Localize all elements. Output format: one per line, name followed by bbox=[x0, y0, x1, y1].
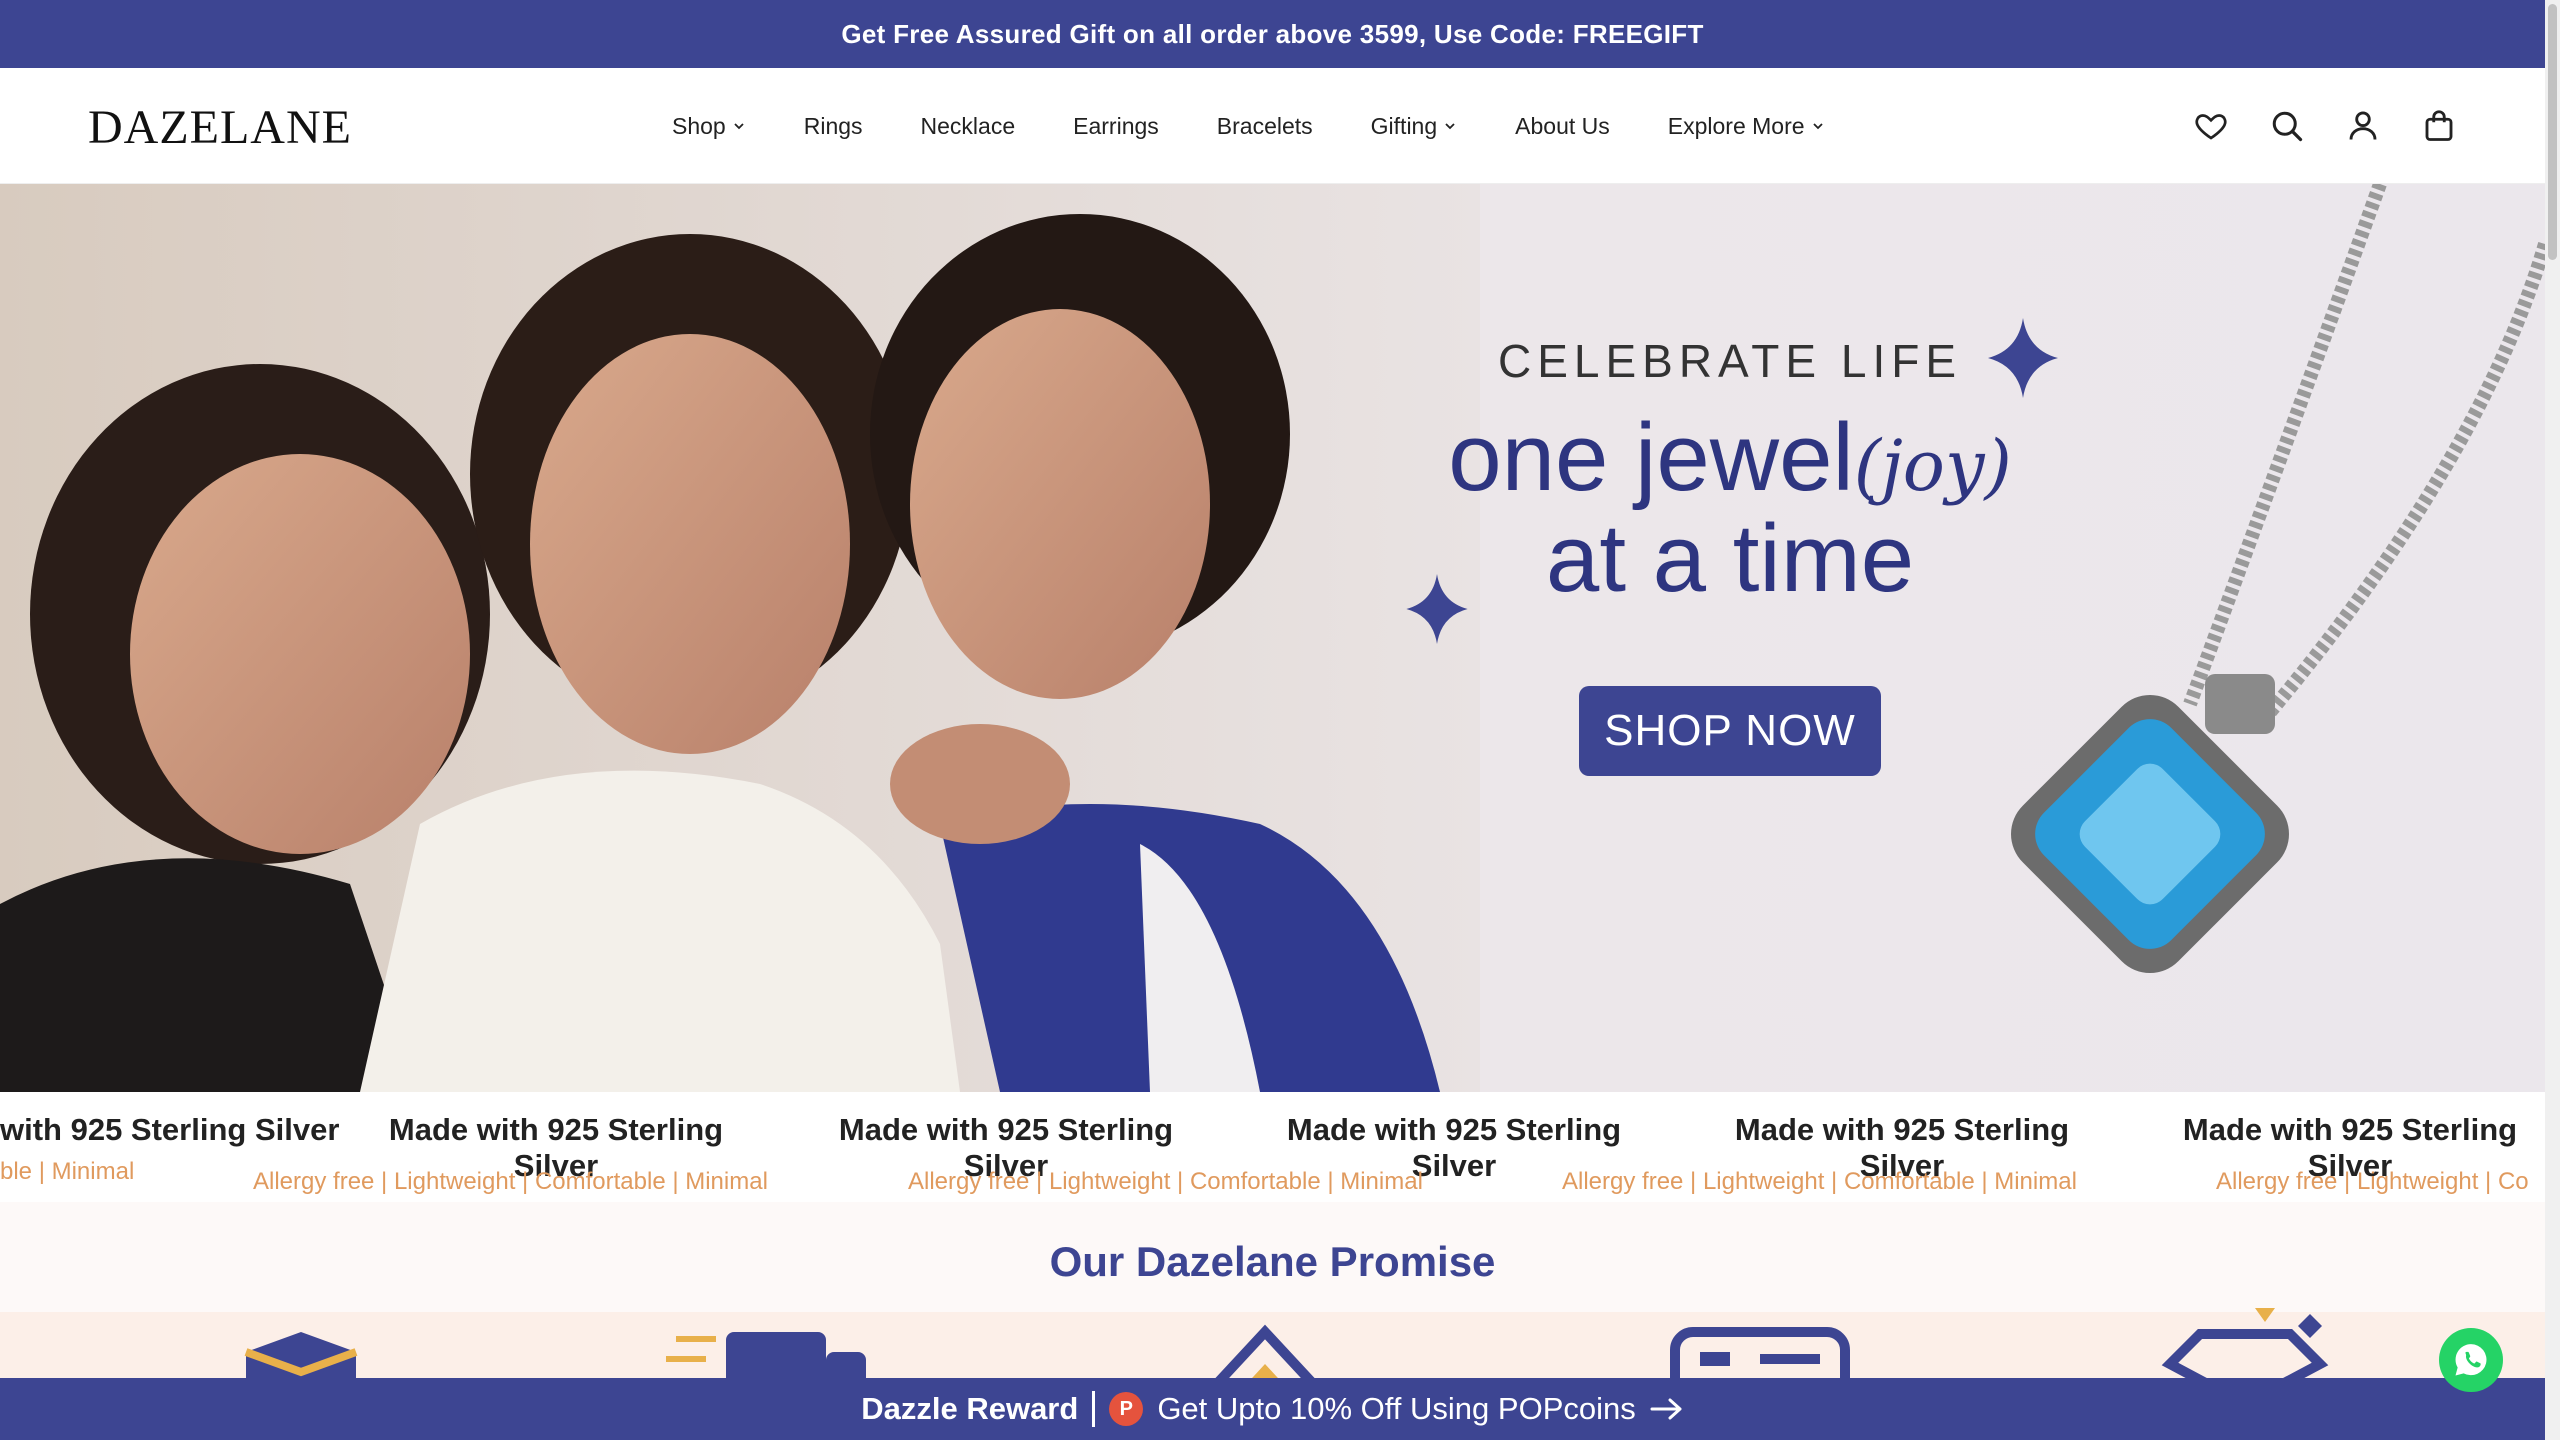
sparkle-icon bbox=[1406, 574, 1468, 644]
announcement-bar: Get Free Assured Gift on all order above… bbox=[0, 0, 2545, 68]
header-icons bbox=[2155, 68, 2459, 184]
divider bbox=[1092, 1391, 1096, 1427]
nav-shop[interactable]: Shop bbox=[672, 113, 746, 140]
nav-earrings[interactable]: Earrings bbox=[1073, 113, 1159, 140]
heart-icon[interactable] bbox=[2191, 106, 2231, 146]
arrow-right-icon bbox=[1650, 1398, 1682, 1420]
bag-icon[interactable] bbox=[2419, 106, 2459, 146]
nav-label: Gifting bbox=[1370, 112, 1438, 139]
nav-about-us[interactable]: About Us bbox=[1515, 113, 1610, 140]
chevron-down-icon bbox=[734, 123, 744, 130]
user-icon[interactable] bbox=[2343, 106, 2383, 146]
reward-label: Dazzle Reward bbox=[861, 1391, 1079, 1426]
marquee-subtitle: Allergy free | Lightweight | Comfortable… bbox=[1562, 1168, 2077, 1195]
page-scrollbar[interactable] bbox=[2545, 0, 2560, 1440]
nav-necklace[interactable]: Necklace bbox=[921, 113, 1016, 140]
nav-bracelets[interactable]: Bracelets bbox=[1217, 113, 1313, 140]
whatsapp-icon bbox=[2455, 1344, 2487, 1376]
section-title: Our Dazelane Promise bbox=[1049, 1238, 1496, 1285]
scrollbar-thumb[interactable] bbox=[2548, 4, 2557, 260]
shop-now-button[interactable]: SHOP NOW bbox=[1579, 686, 1881, 776]
nav-label: About Us bbox=[1515, 112, 1610, 139]
nav-label: Necklace bbox=[920, 112, 1016, 139]
usp-marquee: with 925 Sterling Silver ble | Minimal M… bbox=[0, 1092, 2545, 1202]
nav-label: Bracelets bbox=[1216, 112, 1313, 139]
search-icon[interactable] bbox=[2267, 106, 2307, 146]
site-header: DAZELANE Shop Rings Necklace Earrings Br… bbox=[0, 68, 2545, 184]
brand-logo[interactable]: DAZELANE bbox=[88, 100, 352, 155]
reward-text: Get Upto 10% Off Using POPcoins bbox=[1157, 1391, 1636, 1426]
nav-label: Shop bbox=[672, 112, 726, 139]
marquee-subtitle: Allergy free | Lightweight | Co bbox=[2216, 1168, 2529, 1195]
hero-line1-text: one jewel bbox=[1448, 404, 1854, 511]
chevron-down-icon bbox=[1812, 123, 1823, 130]
marquee-title: with 925 Sterling Silver bbox=[0, 1112, 340, 1147]
hero-banner[interactable]: CELEBRATE LIFE one jewel(joy) at a time … bbox=[0, 184, 2545, 1092]
nav-label: Explore More bbox=[1667, 112, 1805, 139]
nav-label: Earrings bbox=[1073, 112, 1159, 139]
nav-explore-more[interactable]: Explore More bbox=[1668, 113, 1825, 140]
announcement-text: Get Free Assured Gift on all order above… bbox=[841, 18, 1704, 49]
pendant-necklace-image bbox=[2011, 184, 2545, 973]
popcoin-icon: P bbox=[1109, 1392, 1144, 1426]
whatsapp-chat-button[interactable] bbox=[2439, 1328, 2503, 1392]
dazzle-reward-bar[interactable]: Dazzle Reward P Get Upto 10% Off Using P… bbox=[0, 1378, 2545, 1440]
marquee-subtitle: Allergy free | Lightweight | Comfortable… bbox=[253, 1168, 768, 1195]
chevron-down-icon bbox=[1445, 123, 1455, 130]
nav-gifting[interactable]: Gifting bbox=[1371, 113, 1457, 140]
marquee-subtitle: Allergy free | Lightweight | Comfortable… bbox=[908, 1168, 1423, 1195]
main-nav: Shop Rings Necklace Earrings Bracelets G… bbox=[672, 68, 1883, 184]
hero-models-photo bbox=[0, 184, 1480, 1092]
nav-rings[interactable]: Rings bbox=[804, 113, 863, 140]
nav-label: Rings bbox=[803, 112, 863, 139]
